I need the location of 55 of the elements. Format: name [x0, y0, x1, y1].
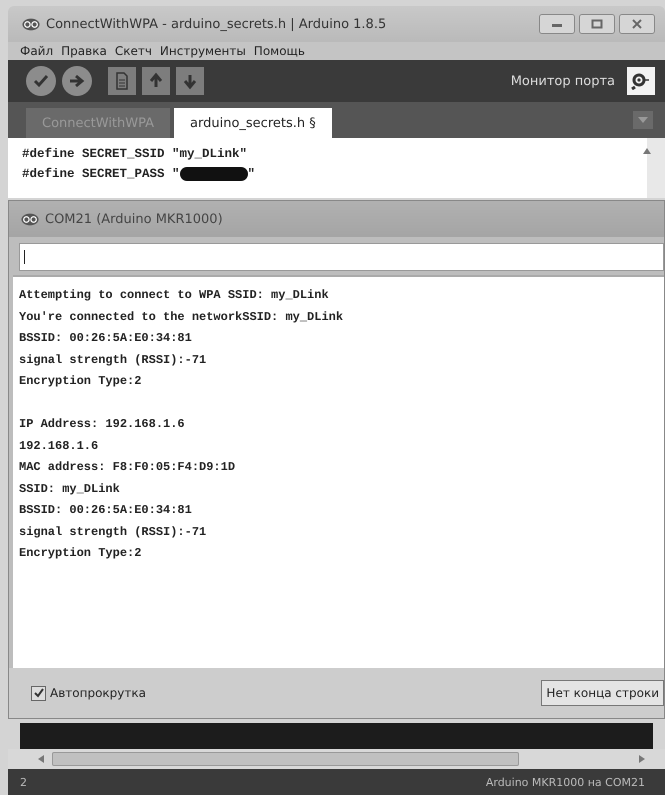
horizontal-scrollbar[interactable]	[8, 749, 665, 769]
output-line: IP Address: 192.168.1.6	[19, 416, 186, 433]
window-title: ConnectWithWPA - arduino_secrets.h | Arduino 1.8.5	[46, 16, 386, 32]
menu-item[interactable]: Правка	[61, 44, 107, 58]
window-title: COM21 (Arduino MKR1000)	[45, 212, 223, 226]
send-input-field[interactable]	[19, 243, 664, 271]
upload-button[interactable]	[62, 66, 92, 96]
output-line: You're connected to the networkSSID: my_DLink	[19, 308, 344, 326]
serial-monitor-label: Монитор порта	[510, 74, 615, 88]
document-icon	[115, 72, 129, 90]
infinity-logo-icon	[21, 212, 39, 226]
autoscroll-label: Автопрокрутка	[50, 686, 146, 700]
autoscroll-checkbox[interactable]	[31, 686, 46, 700]
code-line: #define SECRET_SSID "my_DLink"	[22, 147, 248, 161]
save-button[interactable]	[176, 67, 204, 95]
output-line: Encryption Type:2	[19, 545, 142, 562]
menu-item[interactable]: Файл	[20, 44, 54, 58]
output-line: 192.168.1.6	[19, 438, 100, 454]
checkmark-icon	[34, 688, 44, 698]
output-line: BSSID: 00:26:5A:E0:34:81	[19, 330, 193, 347]
menu-item[interactable]: Помощь	[254, 44, 305, 58]
up-arrow-icon	[148, 72, 164, 90]
menu-item[interactable]: Инструменты	[160, 44, 246, 58]
minimize-button[interactable]	[539, 14, 575, 34]
output-line: SSID: my_DLink	[19, 480, 121, 498]
close-button[interactable]	[619, 14, 655, 34]
down-arrow-icon	[182, 72, 198, 90]
line-number: 2	[20, 776, 27, 788]
maximize-button[interactable]	[579, 14, 615, 34]
code-text: "	[248, 167, 256, 181]
magnifier-icon	[631, 72, 651, 90]
output-line: Attempting to connect to WPA SSID: my_DLink	[19, 287, 330, 304]
verify-button[interactable]	[26, 66, 56, 96]
output-line: signal strength (RSSI):-71	[19, 352, 208, 368]
board-port-label: Arduino MKR1000 на COM21	[486, 776, 645, 788]
serial-monitor-button[interactable]	[627, 67, 655, 95]
scrollbar-thumb[interactable]	[52, 752, 519, 766]
scroll-left-arrow-icon[interactable]	[38, 755, 44, 763]
output-line: MAC address: F8:F0:05:F4:D9:1D	[19, 459, 236, 476]
output-line: signal strength (RSSI):-71	[19, 524, 208, 540]
close-icon	[631, 19, 643, 29]
new-sketch-button[interactable]	[108, 67, 136, 95]
line-ending-dropdown[interactable]: Нет конца строки	[541, 680, 664, 706]
output-line: BSSID: 00:26:5A:E0:34:81	[19, 502, 193, 519]
infinity-logo-icon	[22, 18, 40, 30]
scroll-up-arrow-icon[interactable]	[643, 148, 651, 154]
scroll-right-arrow-icon[interactable]	[639, 755, 645, 763]
dropdown-arrow-icon	[638, 116, 648, 124]
tab-menu-button[interactable]	[633, 111, 653, 129]
menu-item[interactable]: Скетч	[114, 44, 152, 58]
output-line: Encryption Type:2	[19, 373, 142, 390]
code-line: #define SECRET_PASS "	[22, 167, 180, 181]
open-button[interactable]	[142, 67, 170, 95]
file-tab[interactable]: arduino_secrets.h §	[174, 108, 332, 138]
maximize-icon	[591, 19, 603, 29]
